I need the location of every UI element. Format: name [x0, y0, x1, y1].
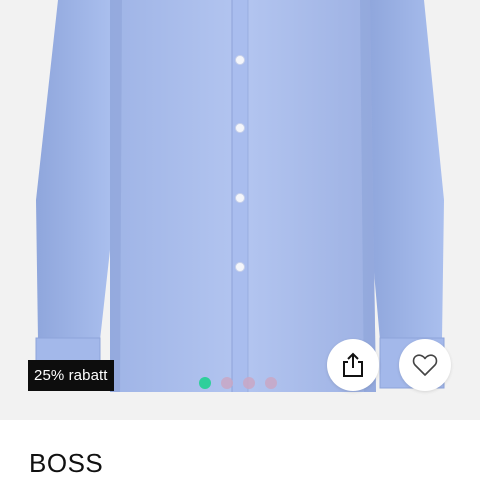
gallery-pagination: [199, 377, 277, 389]
discount-badge: 25% rabatt: [28, 360, 114, 391]
gallery-dot[interactable]: [243, 377, 255, 389]
share-button[interactable]: [327, 339, 379, 391]
product-image-gallery[interactable]: 25% rabatt: [0, 0, 480, 420]
share-icon: [343, 352, 363, 377]
product-brand[interactable]: BOSS: [29, 448, 103, 479]
heart-icon: [412, 354, 438, 376]
gallery-dot-active[interactable]: [199, 377, 211, 389]
gallery-dot[interactable]: [265, 377, 277, 389]
wishlist-button[interactable]: [399, 339, 451, 391]
gallery-dot[interactable]: [221, 377, 233, 389]
